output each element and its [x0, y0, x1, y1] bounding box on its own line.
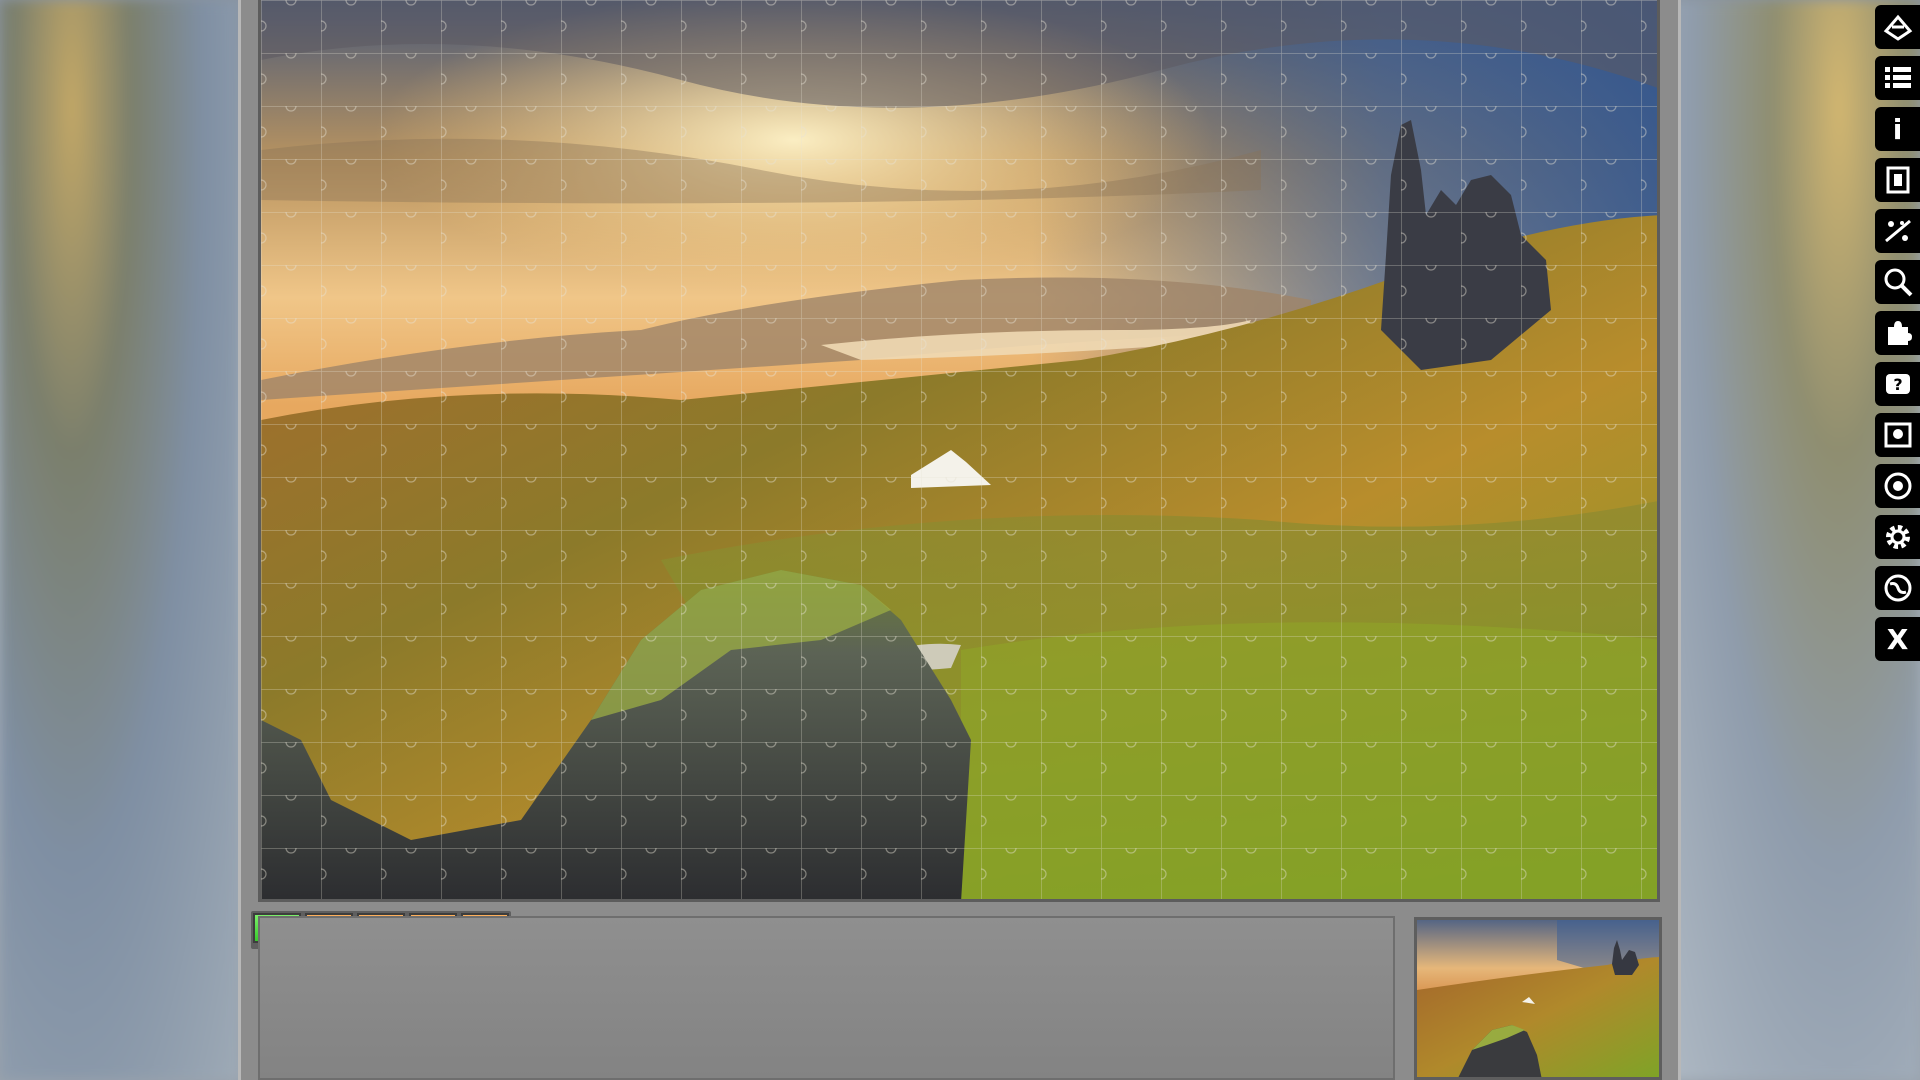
shuffle-pieces-icon — [1883, 14, 1912, 41]
puzzle-board[interactable] — [258, 0, 1660, 902]
right-toolbar: i ? X — [1875, 5, 1920, 668]
preview-image — [1417, 920, 1659, 1077]
background-button[interactable] — [1875, 464, 1920, 508]
screenshot-icon — [1884, 422, 1911, 448]
close-button[interactable]: X — [1875, 617, 1920, 661]
shuffle-button[interactable] — [1875, 5, 1920, 49]
blurred-background-left — [0, 0, 240, 1080]
screenshot-button[interactable] — [1875, 413, 1920, 457]
globe-icon — [1884, 574, 1911, 602]
zoom-icon — [1884, 268, 1912, 297]
info-icon: i — [1892, 112, 1903, 146]
puzzle-image — [261, 0, 1657, 899]
preview-thumbnail[interactable] — [1414, 917, 1662, 1080]
settings-button[interactable] — [1875, 515, 1920, 559]
edge-pieces-button[interactable] — [1875, 158, 1920, 202]
list-button[interactable] — [1875, 56, 1920, 100]
info-button[interactable]: i — [1875, 107, 1920, 151]
list-icon — [1884, 67, 1911, 88]
scatter-button[interactable] — [1875, 209, 1920, 253]
background-icon — [1884, 472, 1911, 500]
help-icon: ? — [1885, 374, 1910, 394]
zoom-button[interactable] — [1875, 260, 1920, 304]
globe-button[interactable] — [1875, 566, 1920, 610]
scatter-icon — [1884, 219, 1911, 243]
svg-text:?: ? — [1893, 375, 1902, 394]
close-icon: X — [1886, 622, 1909, 656]
piece-button[interactable] — [1875, 311, 1920, 355]
help-button[interactable]: ? — [1875, 362, 1920, 406]
piece-tray[interactable] — [258, 916, 1395, 1080]
edge-pieces-icon — [1886, 166, 1909, 194]
settings-icon — [1885, 525, 1910, 549]
puzzle-piece-icon — [1887, 321, 1912, 345]
